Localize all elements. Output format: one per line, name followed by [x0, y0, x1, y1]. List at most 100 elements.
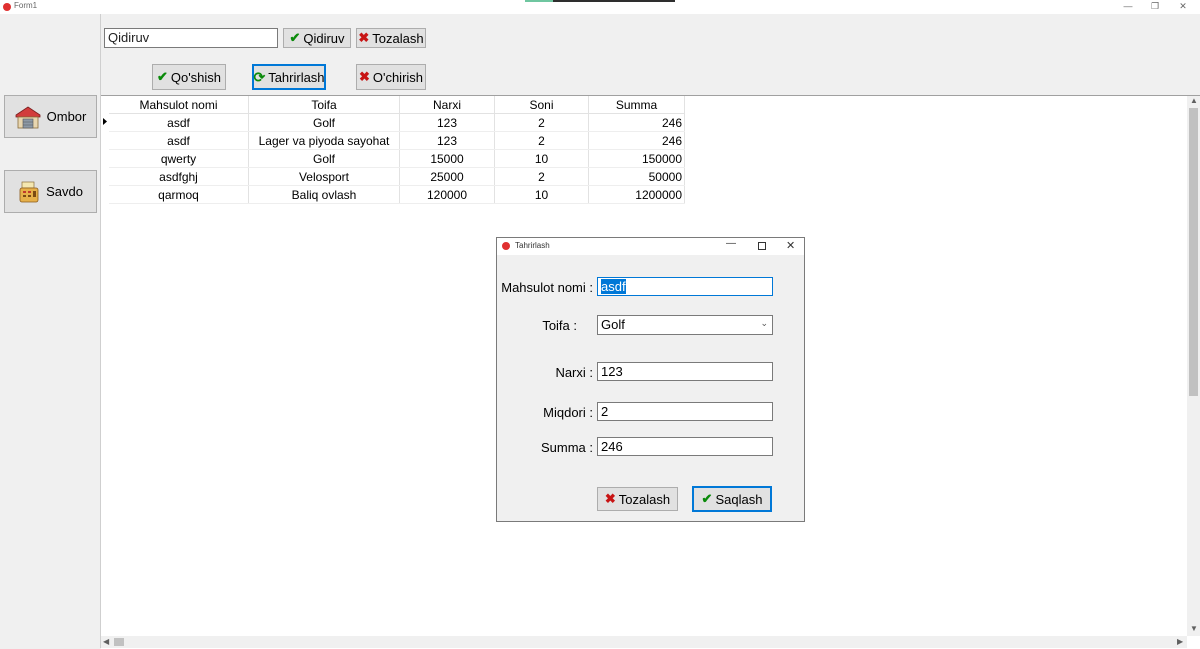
table-row[interactable]: qwerty Golf 15000 10 150000 — [109, 149, 685, 168]
qty-field[interactable]: 2 — [597, 402, 773, 421]
app-icon — [3, 3, 11, 11]
cell-sum[interactable]: 1200000 — [588, 185, 685, 204]
close-icon: ✖ — [358, 30, 370, 45]
warehouse-icon — [15, 106, 41, 128]
cell-category[interactable]: Baliq ovlash — [248, 185, 400, 204]
dialog-app-icon — [502, 242, 510, 250]
name-field-value: asdf — [601, 279, 626, 294]
column-header-price[interactable]: Narxi — [399, 96, 495, 114]
scroll-right-icon[interactable]: ▶ — [1177, 637, 1183, 646]
cell-qty[interactable]: 10 — [494, 149, 589, 168]
table-row[interactable]: asdfghj Velosport 25000 2 50000 — [109, 167, 685, 186]
cell-price[interactable]: 25000 — [399, 167, 495, 186]
cell-sum[interactable]: 50000 — [588, 167, 685, 186]
cell-category[interactable]: Golf — [248, 113, 400, 132]
dialog-clear-button[interactable]: ✖ Tozalash — [597, 487, 678, 511]
dialog-title: Tahrirlash — [515, 241, 550, 250]
save-button[interactable]: ✔ Saqlash — [692, 486, 772, 512]
category-select-value: Golf — [601, 317, 625, 332]
scroll-up-icon[interactable]: ▲ — [1190, 96, 1198, 105]
check-icon: ✔ — [156, 69, 168, 84]
close-button[interactable]: ✕ — [1168, 0, 1198, 14]
restore-button[interactable]: ❐ — [1140, 0, 1170, 14]
cell-name[interactable]: asdfghj — [109, 167, 249, 186]
minimize-button[interactable]: — — [1113, 0, 1143, 14]
sidebar-item-label: Savdo — [46, 184, 83, 199]
clear-search-button[interactable]: ✖ Tozalash — [356, 28, 426, 48]
cash-register-icon — [19, 181, 39, 202]
scroll-down-icon[interactable]: ▼ — [1190, 624, 1198, 633]
cell-qty[interactable]: 2 — [494, 131, 589, 150]
dialog-clear-label: Tozalash — [618, 491, 671, 507]
edit-dialog: Tahrirlash — ✕ Mahsulot nomi : asdf Toif… — [496, 237, 805, 522]
cell-name[interactable]: asdf — [109, 113, 249, 132]
column-header-category[interactable]: Toifa — [248, 96, 400, 114]
sidebar-item-ombor[interactable]: Ombor — [4, 95, 97, 138]
horizontal-scrollbar[interactable]: ◀ ▶ — [101, 636, 1187, 648]
close-icon: ✖ — [358, 69, 370, 84]
chevron-down-icon: ⌄ — [760, 318, 768, 328]
sidebar-item-label: Ombor — [46, 109, 87, 124]
cell-sum[interactable]: 246 — [588, 113, 685, 132]
dialog-title-bar: Tahrirlash — ✕ — [497, 238, 804, 255]
cell-category[interactable]: Velosport — [248, 167, 400, 186]
check-icon: ✔ — [289, 30, 301, 45]
cell-sum[interactable]: 150000 — [588, 149, 685, 168]
window-title: Form1 — [14, 1, 38, 10]
title-bar: Form1 — ❐ ✕ — [0, 0, 1200, 14]
cell-sum[interactable]: 246 — [588, 131, 685, 150]
check-icon: ✔ — [701, 491, 713, 506]
sum-label: Summa : — [540, 440, 593, 455]
cell-qty[interactable]: 2 — [494, 167, 589, 186]
edit-button-label: Tahrirlash — [268, 69, 325, 85]
name-label: Mahsulot nomi : — [501, 280, 593, 295]
add-button[interactable]: ✔ Qo'shish — [152, 64, 226, 90]
clear-button-label: Tozalash — [372, 30, 424, 46]
cell-price[interactable]: 123 — [399, 131, 495, 150]
cell-category[interactable]: Lager va piyoda sayohat — [248, 131, 400, 150]
scroll-left-icon[interactable]: ◀ — [103, 637, 109, 646]
search-button-label: Qidiruv — [303, 30, 345, 46]
price-label: Narxi : — [555, 365, 593, 380]
search-input[interactable]: Qidiruv — [104, 28, 278, 48]
delete-button-label: O'chirish — [372, 69, 424, 85]
delete-button[interactable]: ✖ O'chirish — [356, 64, 426, 90]
add-button-label: Qo'shish — [170, 69, 222, 85]
save-button-label: Saqlash — [715, 491, 763, 507]
cell-category[interactable]: Golf — [248, 149, 400, 168]
table-header-row: Mahsulot nomi Toifa Narxi Soni Summa — [109, 96, 685, 114]
dialog-minimize-button[interactable]: — — [726, 238, 736, 249]
column-header-qty[interactable]: Soni — [494, 96, 589, 114]
cell-name[interactable]: asdf — [109, 131, 249, 150]
edit-button[interactable]: ⟳ Tahrirlash — [252, 64, 326, 90]
cell-name[interactable]: qarmoq — [109, 185, 249, 204]
current-row-indicator-icon — [103, 118, 107, 125]
dialog-close-button[interactable]: ✕ — [786, 239, 795, 252]
price-field[interactable]: 123 — [597, 362, 773, 381]
column-header-sum[interactable]: Summa — [588, 96, 685, 114]
cell-price[interactable]: 123 — [399, 113, 495, 132]
close-icon: ✖ — [604, 491, 616, 506]
cell-qty[interactable]: 10 — [494, 185, 589, 204]
table-row[interactable]: asdf Lager va piyoda sayohat 123 2 246 — [109, 131, 685, 150]
horizontal-scroll-thumb[interactable] — [114, 638, 124, 646]
name-field[interactable]: asdf — [597, 277, 773, 296]
title-accent-highlight — [525, 0, 553, 2]
cell-qty[interactable]: 2 — [494, 113, 589, 132]
sidebar: Ombor Savdo — [0, 14, 101, 648]
sum-field[interactable]: 246 — [597, 437, 773, 456]
products-table: Mahsulot nomi Toifa Narxi Soni Summa asd… — [109, 96, 685, 204]
dialog-maximize-button[interactable] — [758, 242, 766, 250]
table-row[interactable]: asdf Golf 123 2 246 — [109, 113, 685, 132]
sidebar-item-savdo[interactable]: Savdo — [4, 170, 97, 213]
table-row[interactable]: qarmoq Baliq ovlash 120000 10 1200000 — [109, 185, 685, 204]
column-header-name[interactable]: Mahsulot nomi — [109, 96, 249, 114]
vertical-scroll-thumb[interactable] — [1189, 108, 1198, 396]
qty-label: Miqdori : — [543, 405, 593, 420]
category-select[interactable]: Golf ⌄ — [597, 315, 773, 335]
search-button[interactable]: ✔ Qidiruv — [283, 28, 351, 48]
vertical-scrollbar[interactable]: ▲ ▼ — [1187, 96, 1200, 636]
cell-name[interactable]: qwerty — [109, 149, 249, 168]
cell-price[interactable]: 15000 — [399, 149, 495, 168]
cell-price[interactable]: 120000 — [399, 185, 495, 204]
